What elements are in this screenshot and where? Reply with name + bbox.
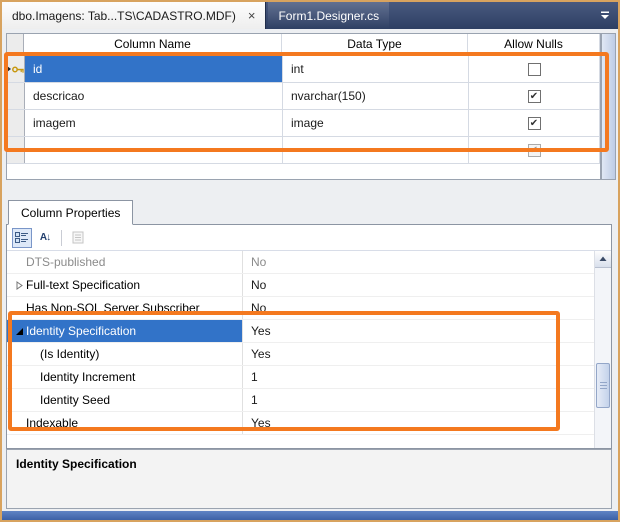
scroll-up-icon: [599, 256, 607, 261]
property-row[interactable]: Identity Increment 1: [7, 366, 594, 389]
property-name: Identity Specification: [26, 324, 137, 338]
row-header[interactable]: [7, 56, 25, 82]
allow-nulls-cell: ✔: [469, 137, 600, 163]
column-name-cell[interactable]: [25, 137, 283, 163]
column-name-cell[interactable]: descricao: [25, 83, 283, 109]
scroll-up-button[interactable]: [595, 251, 611, 268]
property-name-cell[interactable]: Has Non-SQL Server Subscriber: [7, 297, 243, 319]
row-pointer-icon: [7, 66, 11, 72]
column-header-allow-nulls[interactable]: Allow Nulls: [468, 34, 600, 56]
tab-form1-designer-label: Form1.Designer.cs: [278, 8, 380, 23]
property-row[interactable]: DTS-published No: [7, 251, 594, 274]
grid-row: descricao nvarchar(150) ✔: [7, 83, 600, 110]
row-header[interactable]: [7, 83, 25, 109]
property-row[interactable]: Has Non-SQL Server Subscriber No: [7, 297, 594, 320]
property-value-cell[interactable]: No: [243, 297, 594, 319]
check-icon: ✔: [529, 144, 539, 156]
property-name: (Is Identity): [40, 347, 100, 361]
property-name-cell[interactable]: Identity Increment: [7, 366, 243, 388]
expand-collapsed-icon: [16, 280, 23, 290]
data-type-cell[interactable]: nvarchar(150): [283, 83, 469, 109]
allow-nulls-checkbox[interactable]: ✔: [527, 116, 541, 130]
table-designer-grid: Column Name Data Type Allow Nulls id int: [6, 33, 601, 180]
property-name: Indexable: [26, 416, 79, 430]
grid-row: imagem image ✔: [7, 110, 600, 137]
allow-nulls-checkbox[interactable]: ✔: [527, 62, 541, 76]
expander[interactable]: [13, 327, 26, 336]
scrollbar-grip-icon: [599, 382, 607, 389]
property-name: Has Non-SQL Server Subscriber: [26, 301, 200, 315]
property-row[interactable]: Full-text Specification No: [7, 274, 594, 297]
alphabetical-sort-icon[interactable]: A↓: [35, 228, 55, 248]
allow-nulls-cell: ✔: [469, 56, 600, 82]
property-name: Identity Seed: [40, 393, 111, 407]
property-value-cell[interactable]: No: [243, 274, 594, 296]
tab-dbo-imagens[interactable]: dbo.Imagens: Tab...TS\CADASTRO.MDF) ×: [2, 2, 267, 29]
property-name-cell[interactable]: Full-text Specification: [7, 274, 243, 296]
document-tab-bar: dbo.Imagens: Tab...TS\CADASTRO.MDF) × Fo…: [2, 2, 618, 29]
property-value-cell[interactable]: 1: [243, 366, 594, 388]
tab-column-properties-label: Column Properties: [21, 205, 121, 220]
tab-column-properties[interactable]: Column Properties: [8, 200, 134, 225]
tab-dbo-imagens-label: dbo.Imagens: Tab...TS\CADASTRO.MDF): [12, 8, 236, 23]
column-name-cell[interactable]: id: [25, 56, 283, 82]
allow-nulls-cell: ✔: [469, 83, 600, 109]
scrollbar-thumb[interactable]: [596, 363, 610, 408]
property-row[interactable]: Identity Specification Yes: [7, 320, 594, 343]
primary-key-icon: [12, 66, 24, 73]
property-value-cell[interactable]: Yes: [243, 320, 594, 342]
allow-nulls-checkbox[interactable]: ✔: [527, 89, 541, 103]
property-value-cell[interactable]: Yes: [243, 343, 594, 365]
property-value-cell[interactable]: Yes: [243, 412, 594, 434]
row-header[interactable]: [7, 137, 25, 163]
row-header[interactable]: [7, 110, 25, 136]
grid-header-row: Column Name Data Type Allow Nulls: [7, 34, 600, 56]
check-icon: ✔: [529, 117, 539, 129]
property-name-cell[interactable]: Identity Specification: [7, 320, 243, 342]
toolbar-separator: [61, 229, 62, 246]
allow-nulls-cell: ✔: [469, 110, 600, 136]
expander[interactable]: [13, 280, 26, 290]
property-name: DTS-published: [26, 255, 106, 269]
data-type-cell[interactable]: image: [283, 110, 469, 136]
data-type-cell[interactable]: [283, 137, 469, 163]
property-value-cell[interactable]: 1: [243, 389, 594, 411]
grid-row: ✔: [7, 137, 600, 164]
data-type-cell[interactable]: int: [283, 56, 469, 82]
properties-toolbar: A↓: [7, 225, 611, 251]
allow-nulls-checkbox[interactable]: ✔: [527, 143, 541, 157]
column-name-cell[interactable]: imagem: [25, 110, 283, 136]
properties-list: DTS-published No Full-text Specification…: [7, 251, 594, 448]
categorized-icon[interactable]: [12, 227, 32, 248]
property-name-cell[interactable]: Identity Seed: [7, 389, 243, 411]
column-properties-pane: A↓ DTS-published No Full-text Specificat…: [6, 224, 612, 449]
property-name: Full-text Specification: [26, 278, 141, 292]
table-designer-window: dbo.Imagens: Tab...TS\CADASTRO.MDF) × Fo…: [0, 0, 620, 522]
expand-expanded-icon: [16, 327, 23, 335]
grid-vertical-scrollbar[interactable]: [601, 33, 616, 180]
property-row[interactable]: Indexable Yes: [7, 412, 594, 435]
column-header-column-name[interactable]: Column Name: [24, 34, 282, 56]
property-name-cell[interactable]: DTS-published: [7, 251, 243, 273]
check-icon: ✔: [529, 90, 539, 102]
close-icon[interactable]: ×: [248, 9, 256, 22]
grid-row: id int ✔: [7, 56, 600, 83]
property-name: Identity Increment: [40, 370, 136, 384]
column-header-data-type[interactable]: Data Type: [282, 34, 468, 56]
property-row[interactable]: Identity Seed 1: [7, 389, 594, 412]
status-bar: [2, 511, 618, 520]
tab-form1-designer[interactable]: Form1.Designer.cs: [268, 2, 390, 29]
property-pages-icon[interactable]: [68, 228, 88, 248]
property-name-cell[interactable]: (Is Identity): [7, 343, 243, 365]
property-name-cell[interactable]: Indexable: [7, 412, 243, 434]
property-value-cell[interactable]: No: [243, 251, 594, 273]
property-row[interactable]: (Is Identity) Yes: [7, 343, 594, 366]
properties-vertical-scrollbar[interactable]: [594, 251, 611, 448]
property-description-panel: Identity Specification: [6, 449, 612, 509]
property-description-title: Identity Specification: [16, 457, 137, 471]
row-header-corner: [7, 34, 24, 56]
tab-list-dropdown-icon[interactable]: [592, 2, 618, 29]
